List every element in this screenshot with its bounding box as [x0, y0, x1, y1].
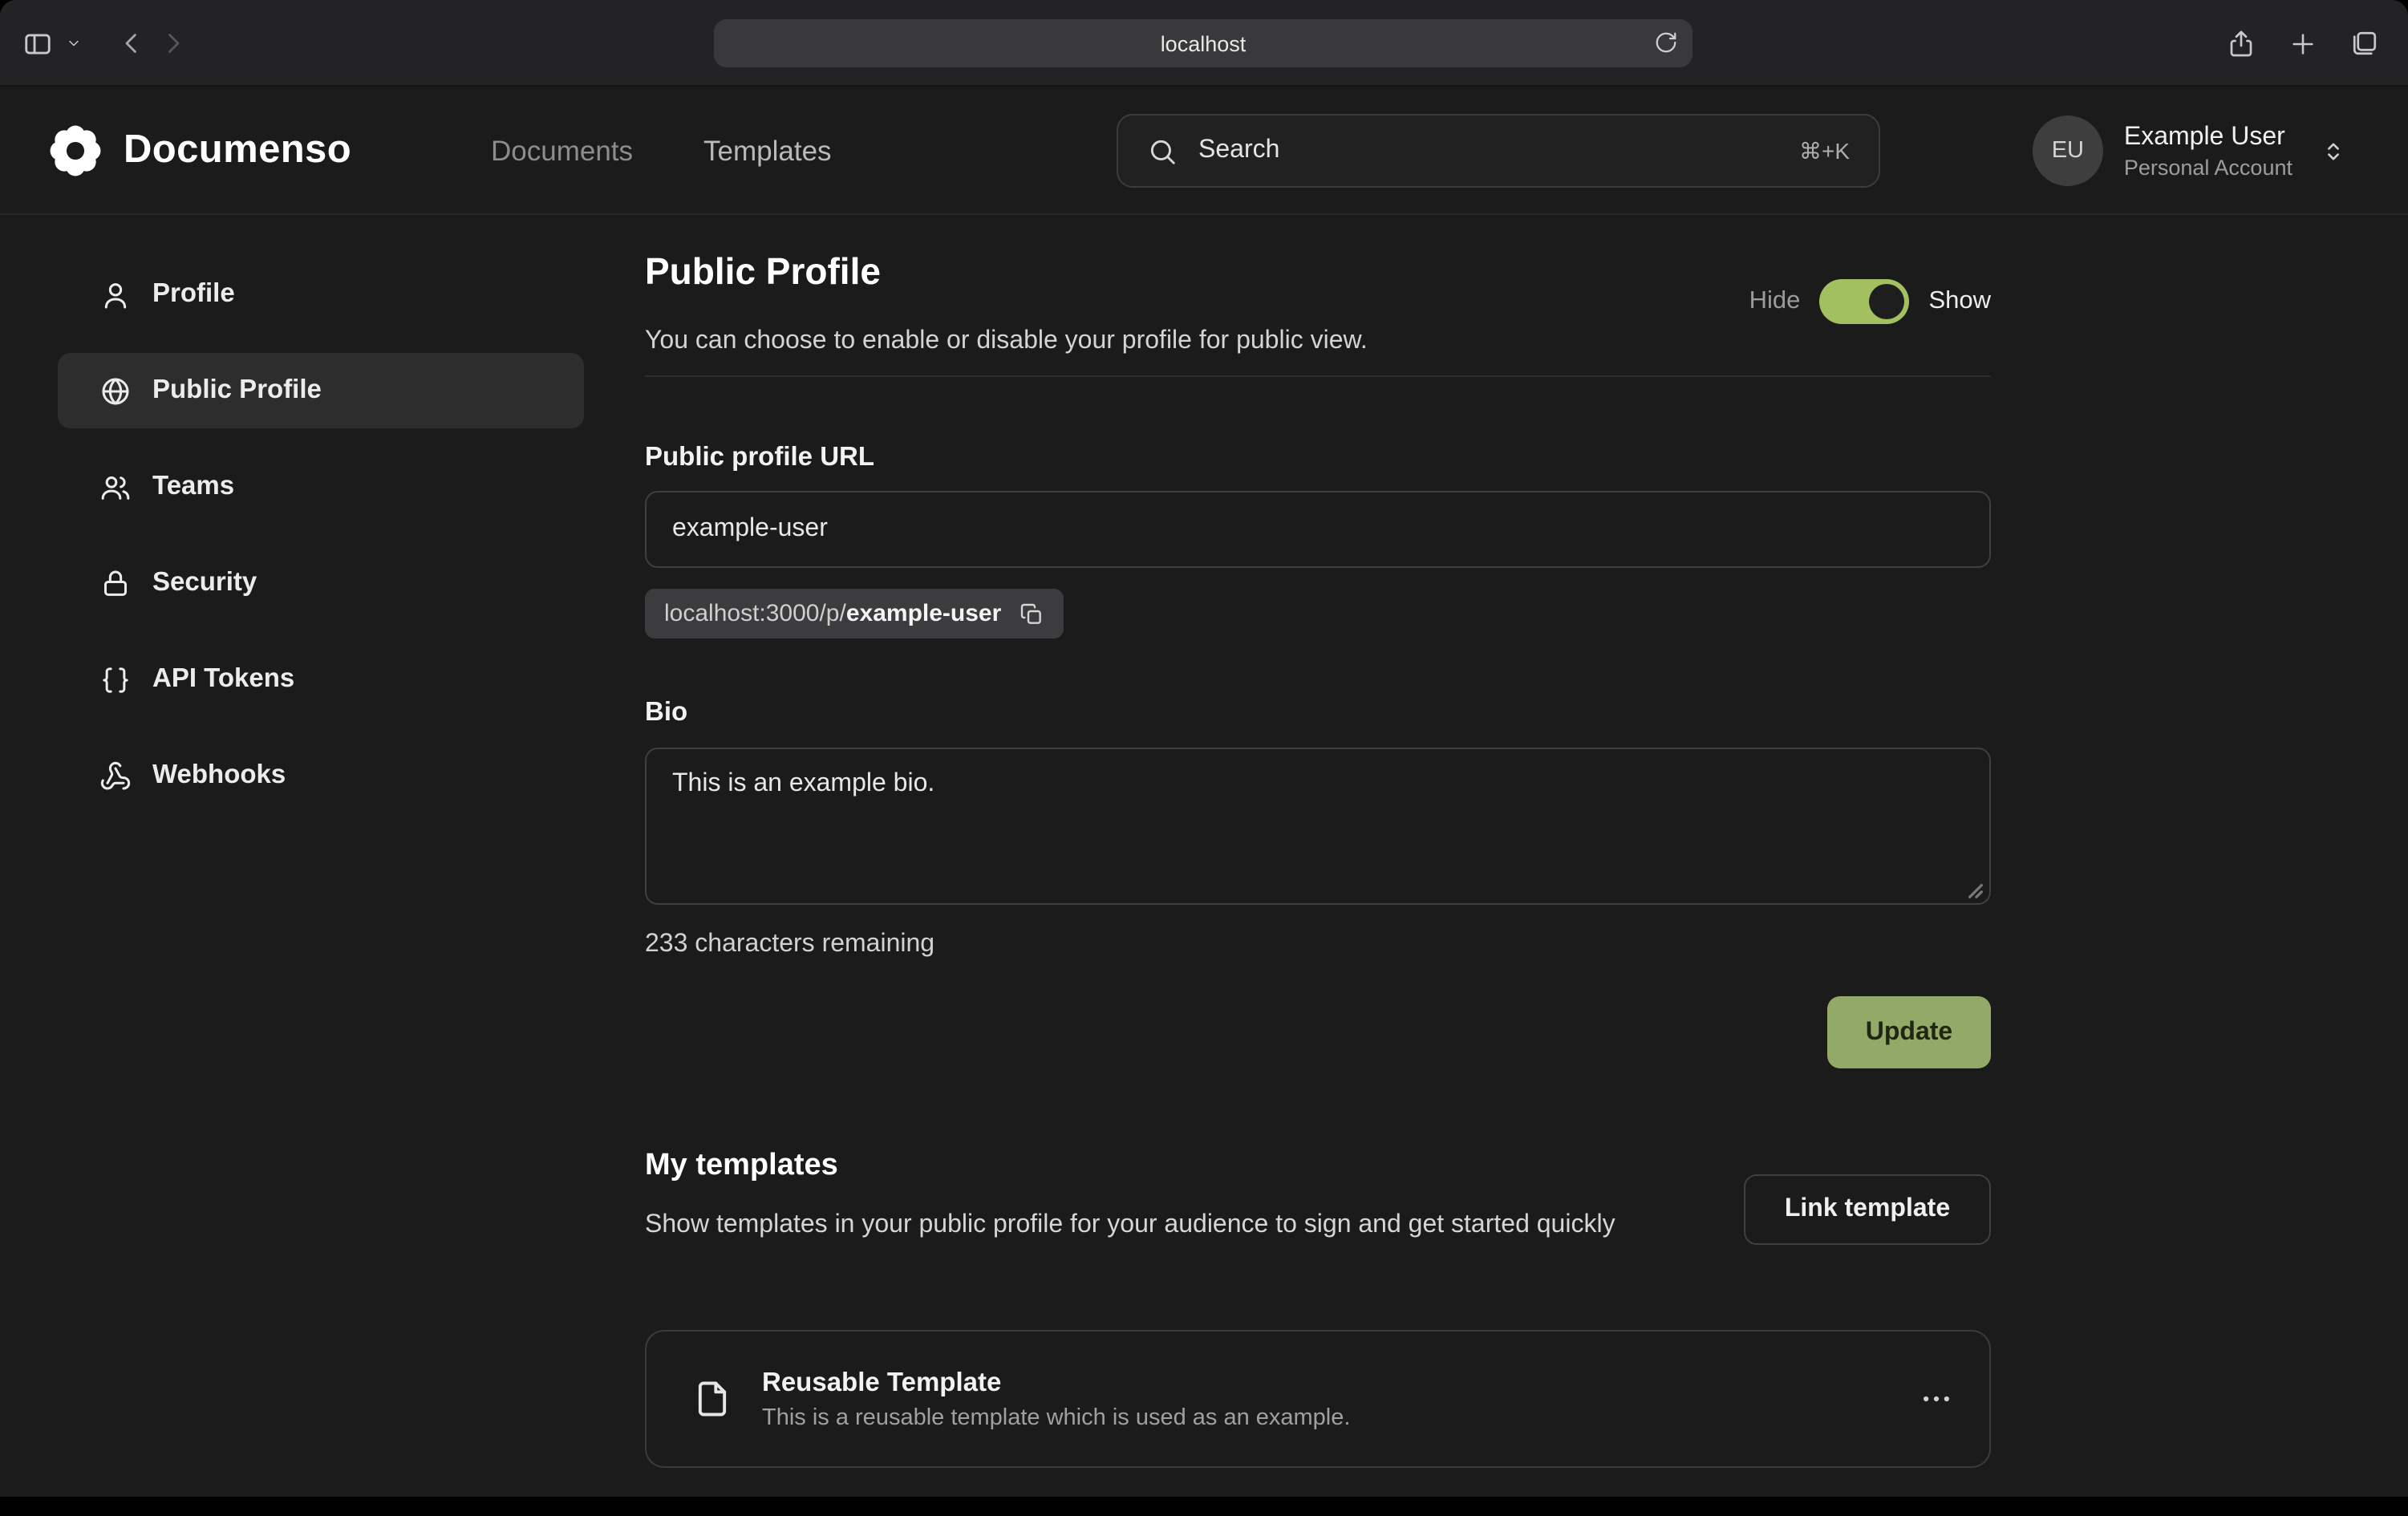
copy-icon[interactable]: [1019, 601, 1044, 626]
toggle-show-label: Show: [1928, 287, 1991, 316]
sidebar-item-label: Profile: [152, 279, 235, 310]
template-list-item[interactable]: Reusable Template This is a reusable tem…: [645, 1330, 1991, 1468]
share-icon[interactable]: [2227, 29, 2256, 58]
settings-sidebar: Profile Public Profile Teams Security AP…: [58, 257, 584, 813]
toggle-hide-label: Hide: [1749, 287, 1801, 316]
sidebar-item-label: Teams: [152, 472, 234, 502]
template-menu-button[interactable]: [1919, 1381, 1954, 1417]
update-button[interactable]: Update: [1827, 996, 1991, 1068]
sidebar-item-teams[interactable]: Teams: [58, 449, 584, 525]
sidebar-item-webhooks[interactable]: Webhooks: [58, 738, 584, 813]
user-menu[interactable]: EU Example User Personal Account: [2033, 87, 2347, 215]
chevrons-up-down-icon: [2320, 137, 2347, 164]
browser-toolbar: localhost: [0, 0, 2408, 87]
window-bottom-edge: [0, 1497, 2408, 1516]
top-nav: Documents Templates: [491, 87, 832, 215]
sidebar-item-label: API Tokens: [152, 664, 294, 695]
back-icon[interactable]: [117, 29, 146, 58]
brand[interactable]: Documenso: [48, 87, 351, 215]
new-tab-icon[interactable]: [2289, 30, 2317, 57]
users-icon: [99, 471, 132, 503]
sidebar-item-profile[interactable]: Profile: [58, 257, 584, 332]
sidebar-toggle-icon[interactable]: [22, 28, 53, 59]
characters-remaining: 233 characters remaining: [645, 930, 934, 959]
page-subtitle: You can choose to enable or disable your…: [645, 327, 1368, 356]
nav-documents[interactable]: Documents: [491, 134, 633, 168]
documenso-logo-icon: [48, 124, 103, 178]
bio-field-label: Bio: [645, 698, 687, 728]
safari-window: localhost: [0, 0, 2408, 1516]
resize-grip-icon[interactable]: [1967, 882, 1984, 900]
sidebar-item-public-profile[interactable]: Public Profile: [58, 353, 584, 428]
sidebar-item-api-tokens[interactable]: API Tokens: [58, 642, 584, 717]
my-templates-title: My templates: [645, 1149, 838, 1184]
file-icon: [691, 1378, 733, 1420]
braces-icon: [99, 663, 132, 695]
user-account-type: Personal Account: [2124, 155, 2292, 179]
link-template-button[interactable]: Link template: [1744, 1174, 1991, 1245]
profile-url-input[interactable]: [645, 491, 1991, 568]
sidebar-item-security[interactable]: Security: [58, 545, 584, 621]
globe-icon: [99, 375, 132, 407]
sidebar-item-label: Webhooks: [152, 760, 286, 791]
url-preview-text: localhost:3000/p/example-user: [664, 600, 1001, 627]
my-templates-description: Show templates in your public profile fo…: [645, 1205, 1768, 1246]
profile-url-preview[interactable]: localhost:3000/p/example-user: [645, 589, 1064, 638]
nav-templates[interactable]: Templates: [703, 134, 832, 168]
section-divider: [645, 375, 1991, 377]
sidebar-item-label: Public Profile: [152, 375, 322, 406]
forward-icon: [159, 29, 188, 58]
template-description: This is a reusable template which is use…: [762, 1405, 1350, 1430]
tab-overview-icon[interactable]: [2350, 29, 2379, 58]
avatar: EU: [2033, 116, 2103, 186]
lock-icon: [99, 567, 132, 599]
chevron-down-icon[interactable]: [66, 35, 82, 51]
profile-visibility-switch[interactable]: [1819, 279, 1909, 324]
url-field-label: Public profile URL: [645, 443, 874, 473]
template-name: Reusable Template: [762, 1368, 1350, 1398]
address-bar[interactable]: localhost: [714, 19, 1692, 67]
user-icon: [99, 278, 132, 310]
search-shortcut: ⌘+K: [1799, 137, 1850, 164]
user-name: Example User: [2124, 123, 2292, 152]
bio-textarea[interactable]: This is an example bio.: [645, 748, 1991, 905]
reload-icon[interactable]: [1654, 30, 1678, 55]
page-title: Public Profile: [645, 250, 881, 294]
main-content: Public Profile You can choose to enable …: [645, 241, 1991, 1497]
visibility-toggle-group: Hide Show: [1749, 279, 1991, 324]
search-icon: [1147, 136, 1178, 166]
url-text: localhost: [714, 19, 1692, 67]
app-header: Documenso Documents Templates Search ⌘+K…: [0, 87, 2408, 215]
sidebar-item-label: Security: [152, 568, 257, 598]
webhook-icon: [99, 760, 132, 792]
brand-name: Documenso: [124, 128, 351, 173]
switch-knob: [1869, 284, 1904, 319]
search-placeholder: Search: [1198, 136, 1778, 165]
search-input[interactable]: Search ⌘+K: [1117, 114, 1880, 188]
